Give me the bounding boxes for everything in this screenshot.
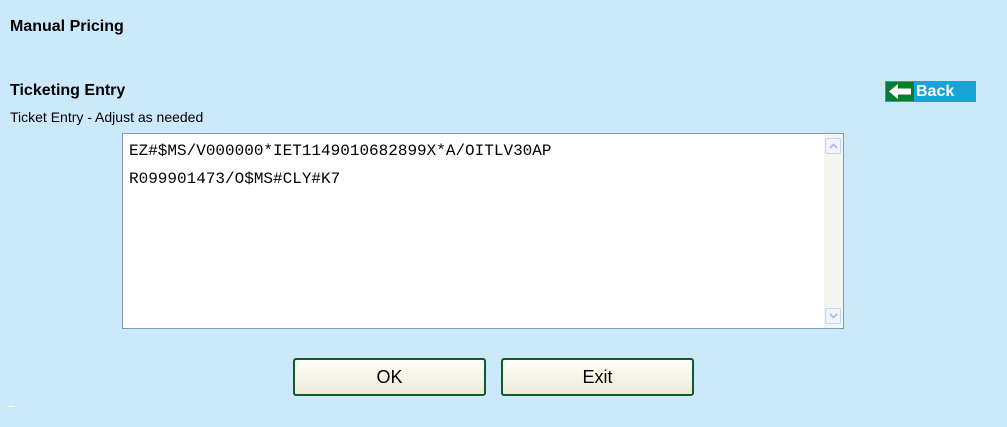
divider: [8, 406, 15, 407]
back-button[interactable]: Back: [885, 81, 976, 102]
ticket-entry-box: EZ#$MS/V000000*IET1149010682899X*A/OITLV…: [122, 133, 844, 329]
chevron-up-icon: [828, 143, 838, 149]
section-title: Ticketing Entry: [10, 82, 126, 99]
left-arrow-icon: [886, 82, 914, 101]
back-button-label: Back: [916, 82, 955, 100]
ok-button[interactable]: OK: [293, 358, 486, 396]
scroll-up-button[interactable]: [825, 138, 841, 154]
page-title: Manual Pricing: [10, 18, 124, 35]
chevron-down-icon: [828, 313, 838, 319]
exit-button[interactable]: Exit: [501, 358, 694, 396]
section-subtitle: Ticket Entry - Adjust as needed: [10, 109, 204, 125]
scroll-down-button[interactable]: [825, 308, 841, 324]
vertical-scrollbar[interactable]: [824, 134, 843, 328]
ticket-entry-textarea[interactable]: EZ#$MS/V000000*IET1149010682899X*A/OITLV…: [123, 134, 823, 328]
